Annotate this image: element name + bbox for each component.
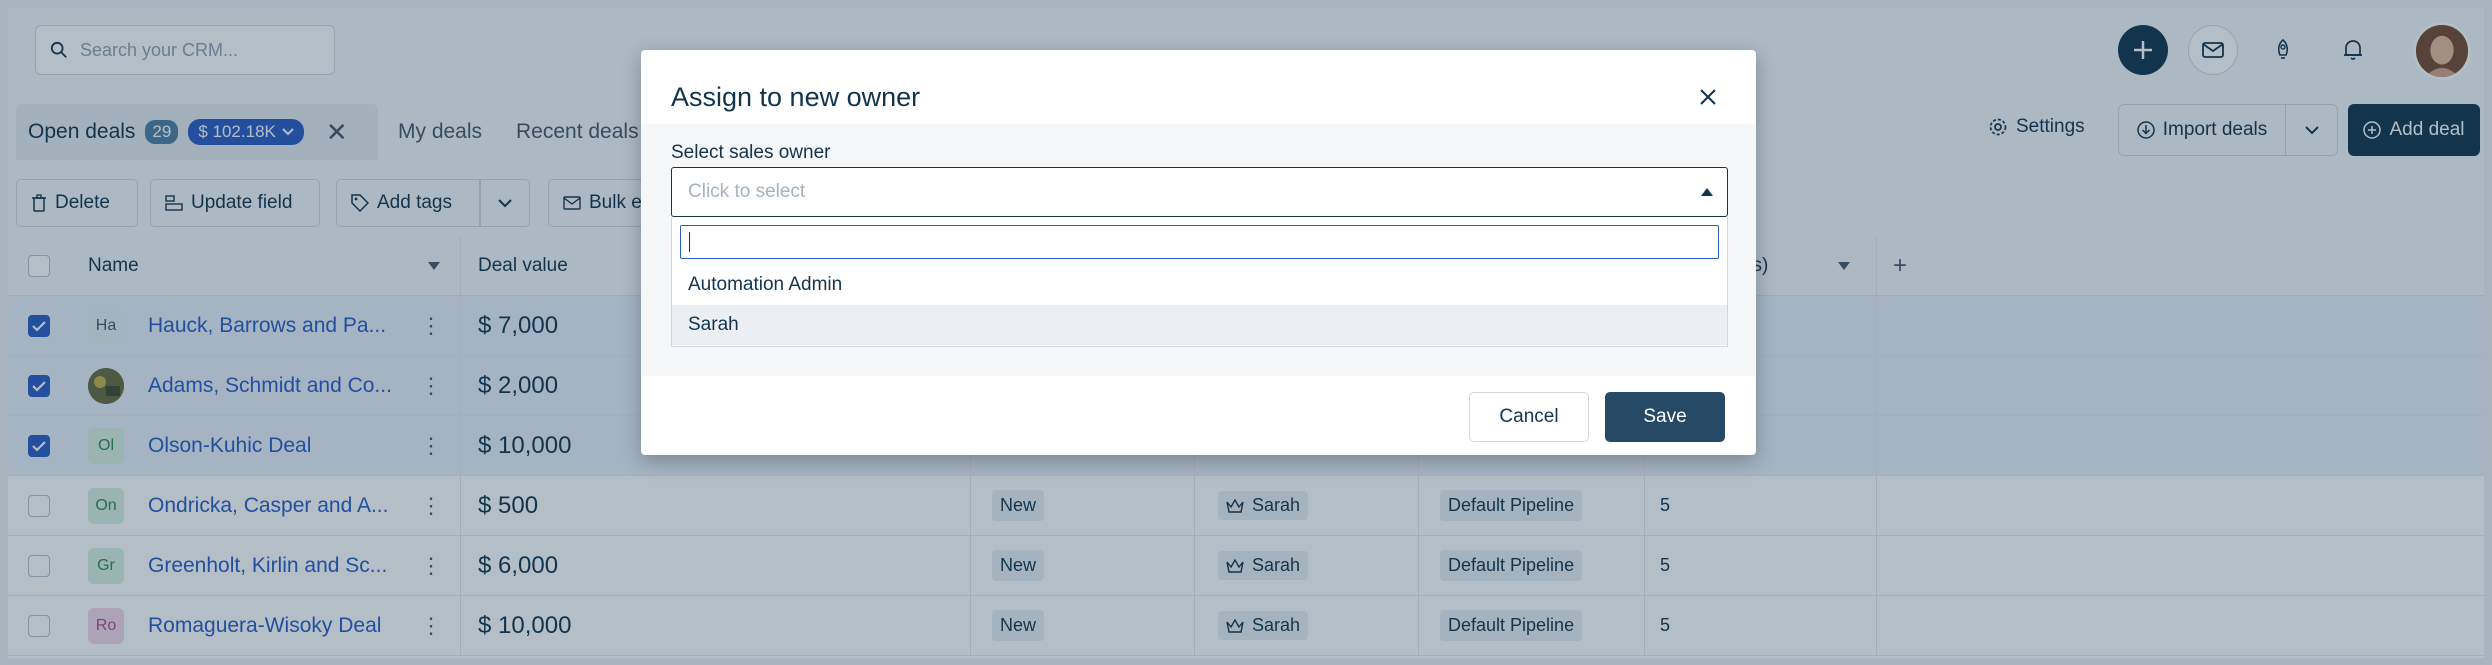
select-placeholder: Click to select bbox=[688, 181, 806, 202]
sales-owner-select[interactable]: Click to select bbox=[671, 167, 1728, 217]
save-button[interactable]: Save bbox=[1605, 392, 1725, 442]
cancel-button[interactable]: Cancel bbox=[1469, 392, 1589, 442]
caret-up-icon bbox=[1701, 188, 1713, 196]
option-sarah[interactable]: Sarah bbox=[672, 305, 1727, 345]
close-modal-button[interactable] bbox=[1691, 80, 1725, 114]
option-automation-admin[interactable]: Automation Admin bbox=[672, 265, 1727, 305]
close-icon bbox=[1700, 89, 1716, 105]
owner-dropdown: Automation Admin Sarah bbox=[671, 217, 1728, 347]
dropdown-search-input[interactable] bbox=[680, 225, 1719, 259]
modal-body: Select sales owner Click to select Autom… bbox=[641, 124, 1756, 376]
assign-owner-modal: Assign to new owner Select sales owner C… bbox=[641, 50, 1756, 455]
modal-backdrop[interactable]: Assign to new owner Select sales owner C… bbox=[0, 0, 2492, 665]
modal-title: Assign to new owner bbox=[671, 82, 921, 112]
sales-owner-label: Select sales owner bbox=[671, 142, 831, 163]
